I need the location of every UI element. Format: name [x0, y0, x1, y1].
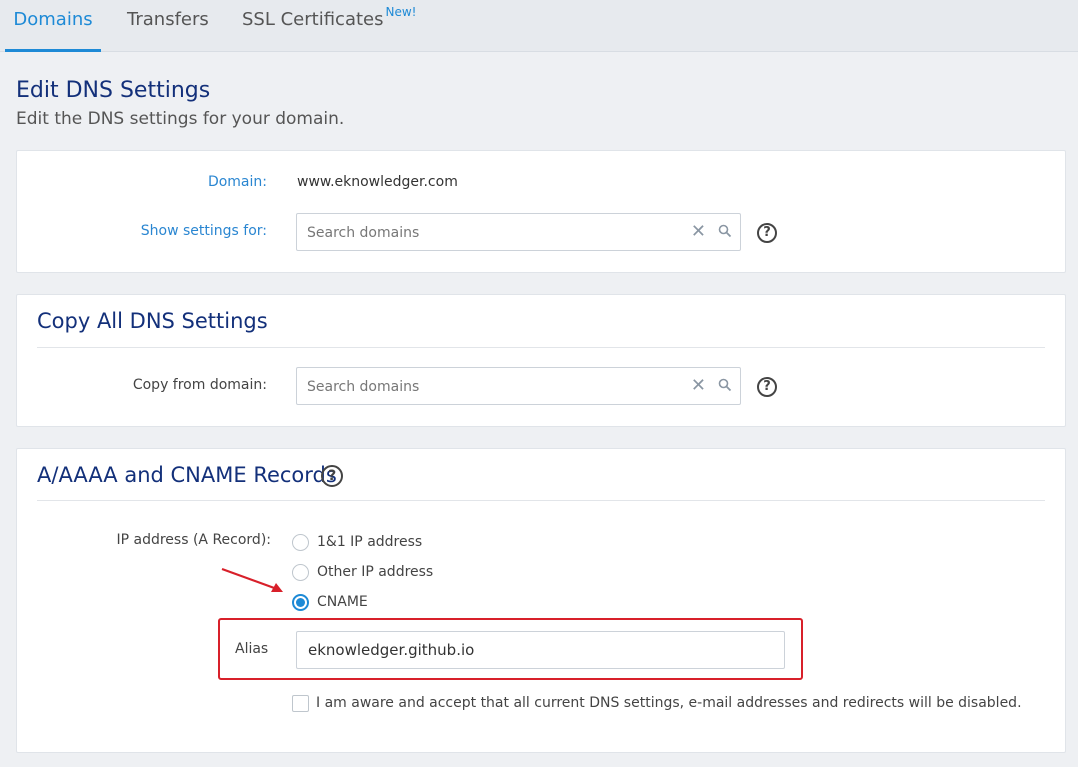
page-subtitle: Edit the DNS settings for your domain. [16, 109, 345, 129]
copy-dns-title: Copy All DNS Settings [37, 309, 268, 333]
records-title: A/AAAA and CNAME Records [37, 463, 337, 487]
radio-button[interactable] [292, 564, 309, 581]
help-icon[interactable]: ? [757, 377, 777, 397]
domain-value: www.eknowledger.com [297, 174, 458, 190]
tab-ssl-label: SSL Certificates [242, 9, 384, 30]
divider [37, 500, 1045, 501]
accept-checkbox[interactable] [292, 695, 309, 712]
radio-button[interactable] [292, 534, 309, 551]
clear-icon[interactable]: ✕ [691, 221, 706, 242]
search-icon[interactable] [718, 224, 732, 238]
domain-label: Domain: [207, 174, 267, 190]
show-settings-search: ✕ [296, 213, 741, 251]
radio-button-selected[interactable] [292, 594, 309, 611]
tab-domains[interactable]: Domains [5, 0, 101, 52]
page-title: Edit DNS Settings [16, 78, 211, 103]
copy-from-label: Copy from domain: [132, 377, 267, 393]
domain-panel: Domain: www.eknowledger.com Show setting… [16, 150, 1066, 273]
copy-from-search-input[interactable] [307, 377, 677, 397]
alias-input[interactable] [296, 631, 785, 669]
tab-transfers[interactable]: Transfers [127, 0, 209, 52]
new-badge: New! [385, 5, 417, 19]
records-panel: A/AAAA and CNAME Records ? IP address (A… [16, 448, 1066, 753]
copy-dns-panel: Copy All DNS Settings Copy from domain: … [16, 294, 1066, 427]
search-icon[interactable] [718, 378, 732, 392]
radio-label: CNAME [317, 594, 368, 610]
radio-label: 1&1 IP address [317, 534, 423, 550]
alias-label: Alias [235, 641, 269, 657]
tab-bar: Domains Transfers SSL Certificates New! [0, 0, 1078, 52]
help-icon[interactable]: ? [757, 223, 777, 243]
arrow-annotation-icon [221, 567, 283, 592]
accept-label: I am aware and accept that all current D… [316, 695, 1022, 711]
tab-domains-label: Domains [13, 9, 93, 30]
show-settings-search-input[interactable] [307, 223, 677, 243]
divider [37, 347, 1045, 348]
show-settings-label: Show settings for: [140, 223, 267, 239]
ip-address-label: IP address (A Record): [116, 532, 271, 548]
help-icon[interactable]: ? [321, 465, 343, 487]
radio-label: Other IP address [317, 564, 434, 580]
tab-transfers-label: Transfers [127, 9, 209, 30]
copy-from-search: ✕ [296, 367, 741, 405]
clear-icon[interactable]: ✕ [691, 375, 706, 396]
tab-ssl-certificates[interactable]: SSL Certificates New! [242, 0, 416, 52]
